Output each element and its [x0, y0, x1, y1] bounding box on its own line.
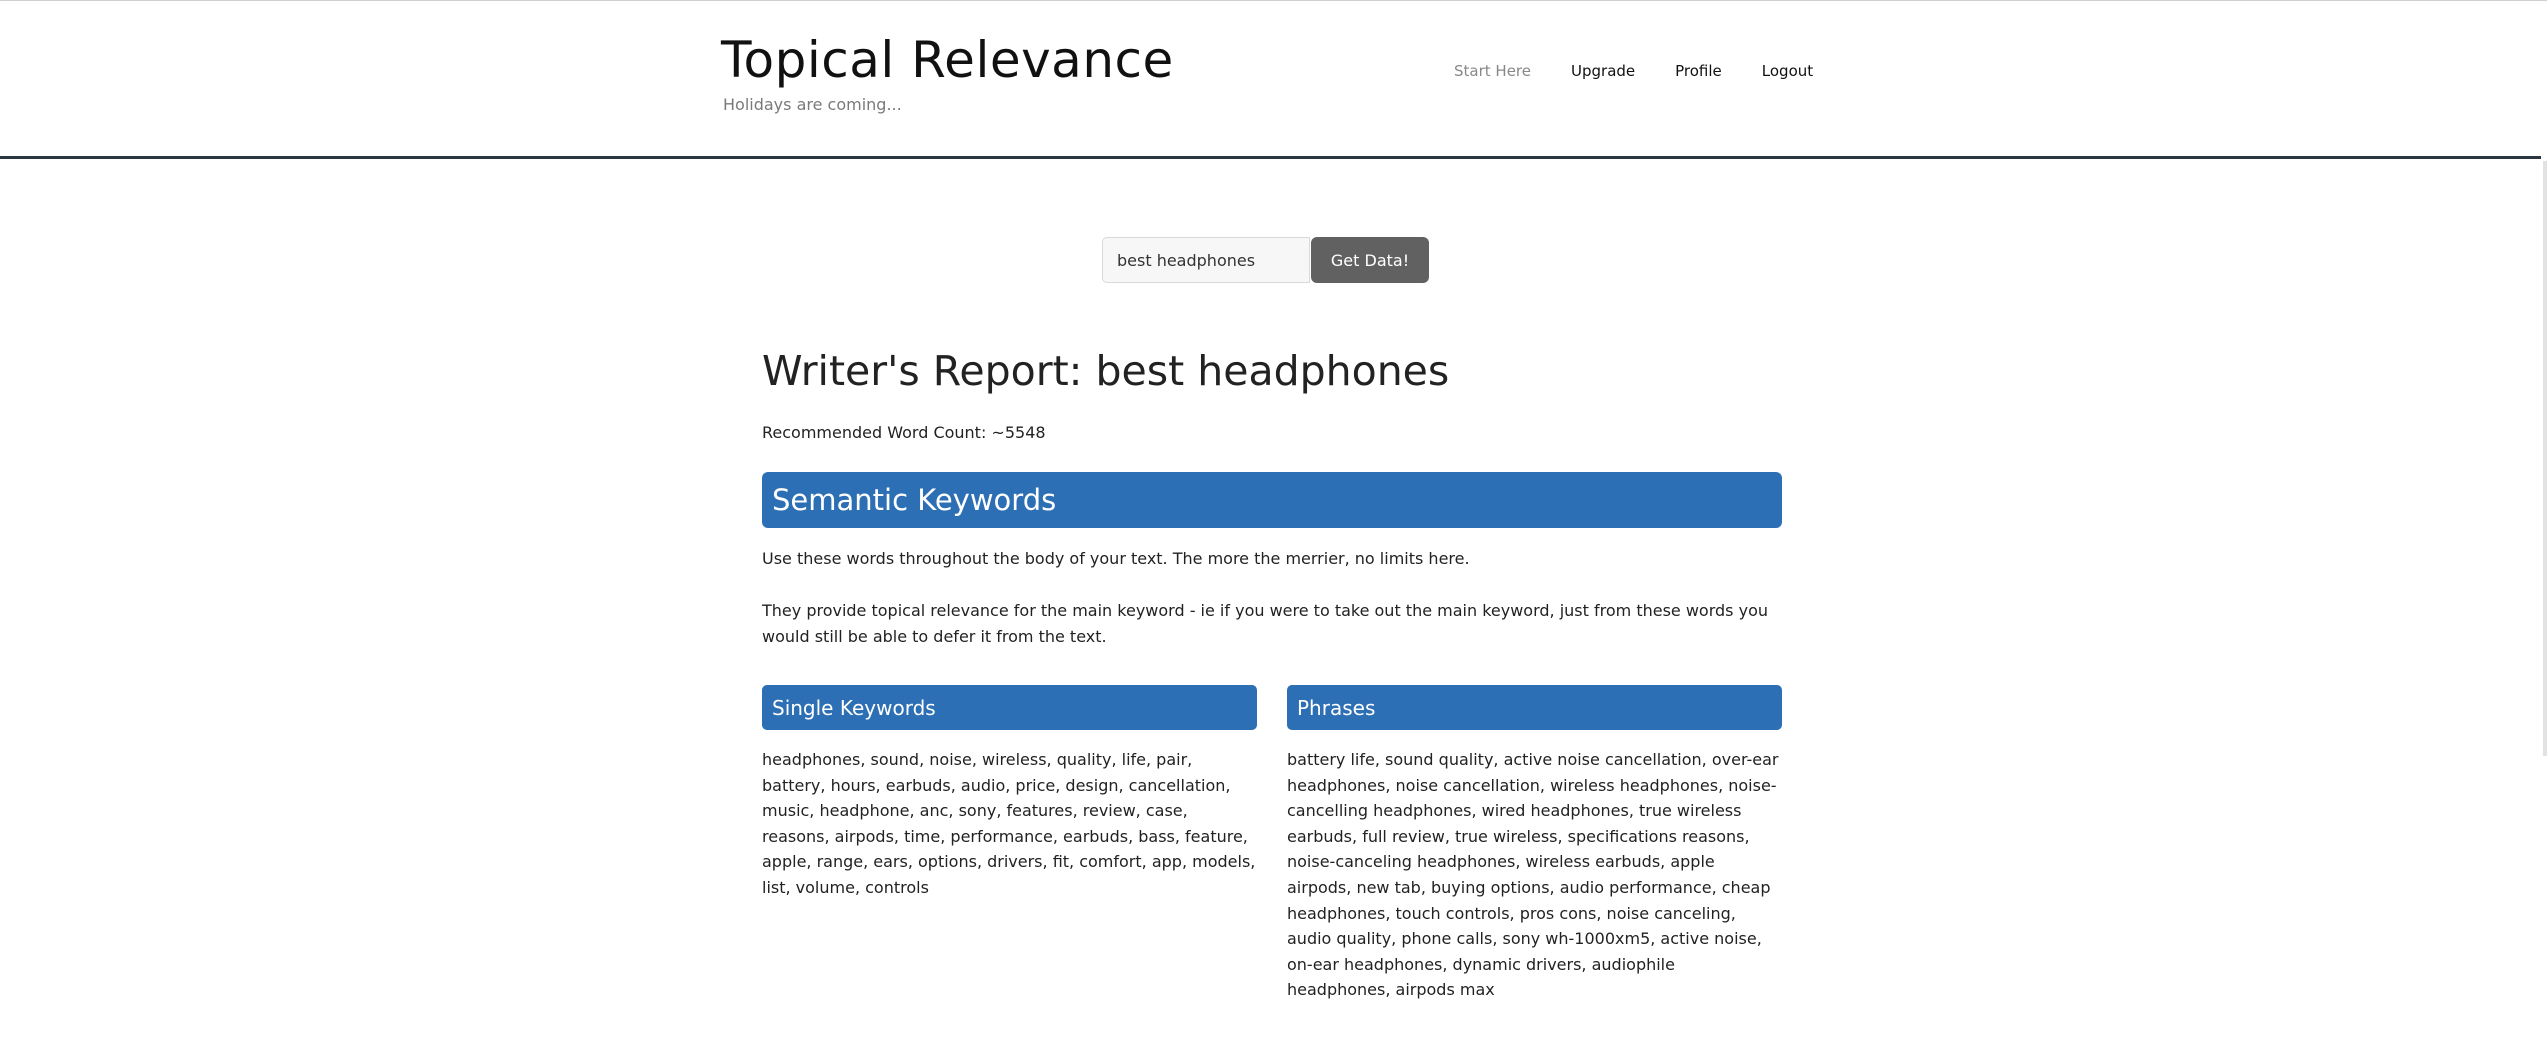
- semantic-explanation-text: They provide topical relevance for the m…: [762, 601, 1768, 646]
- page: Topical Relevance Holidays are coming...…: [0, 0, 2547, 1038]
- keyword-input[interactable]: [1102, 237, 1310, 283]
- get-data-button[interactable]: Get Data!: [1311, 237, 1429, 283]
- main-nav: Start Here Upgrade Profile Logout: [1454, 62, 1813, 80]
- phrases-header: Phrases: [1287, 685, 1782, 730]
- phrases-list: battery life, sound quality, active nois…: [1287, 750, 1779, 1000]
- single-keywords-header: Single Keywords: [762, 685, 1257, 730]
- report-title: Writer's Report: best headphones: [762, 347, 1450, 395]
- nav-start-here[interactable]: Start Here: [1454, 62, 1531, 80]
- nav-profile[interactable]: Profile: [1675, 62, 1722, 80]
- phrases-title: Phrases: [1297, 695, 1376, 720]
- nav-upgrade[interactable]: Upgrade: [1571, 62, 1635, 80]
- semantic-intro-text: Use these words throughout the body of y…: [762, 549, 1470, 568]
- site-tagline: Holidays are coming...: [723, 95, 902, 114]
- search-form: Get Data!: [1102, 237, 1429, 283]
- page-scrollbar[interactable]: [2543, 161, 2547, 756]
- site-title[interactable]: Topical Relevance: [721, 31, 1174, 89]
- nav-logout[interactable]: Logout: [1762, 62, 1813, 80]
- semantic-keywords-title: Semantic Keywords: [772, 483, 1057, 517]
- site-header: Topical Relevance Holidays are coming...…: [0, 1, 2541, 159]
- single-keywords-title: Single Keywords: [772, 695, 936, 720]
- single-keywords-list: headphones, sound, noise, wireless, qual…: [762, 750, 1256, 897]
- semantic-keywords-header: Semantic Keywords: [762, 472, 1782, 528]
- recommended-word-count: Recommended Word Count: ~5548: [762, 423, 1046, 442]
